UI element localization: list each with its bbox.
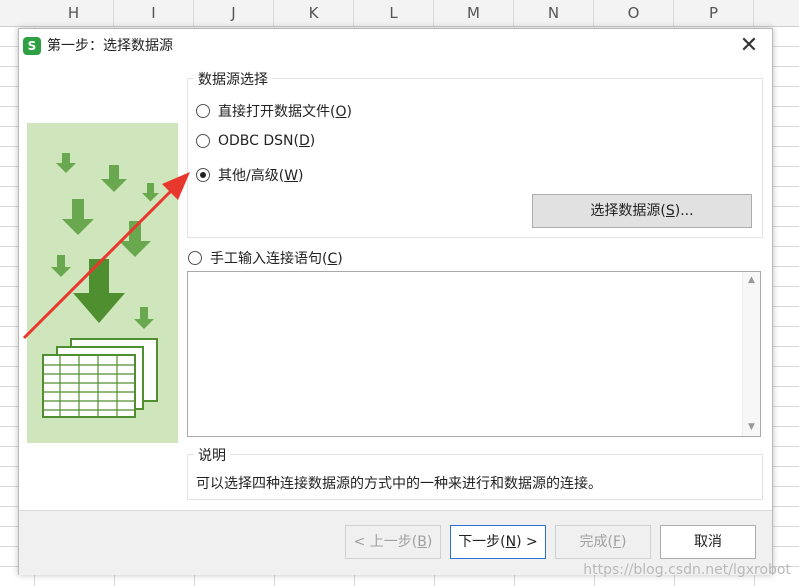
red-arrow-icon: [22, 172, 190, 340]
annotation-arrow-overlay: [22, 172, 190, 340]
watermark: https://blog.csdn.net/lgxrobot: [583, 562, 791, 578]
